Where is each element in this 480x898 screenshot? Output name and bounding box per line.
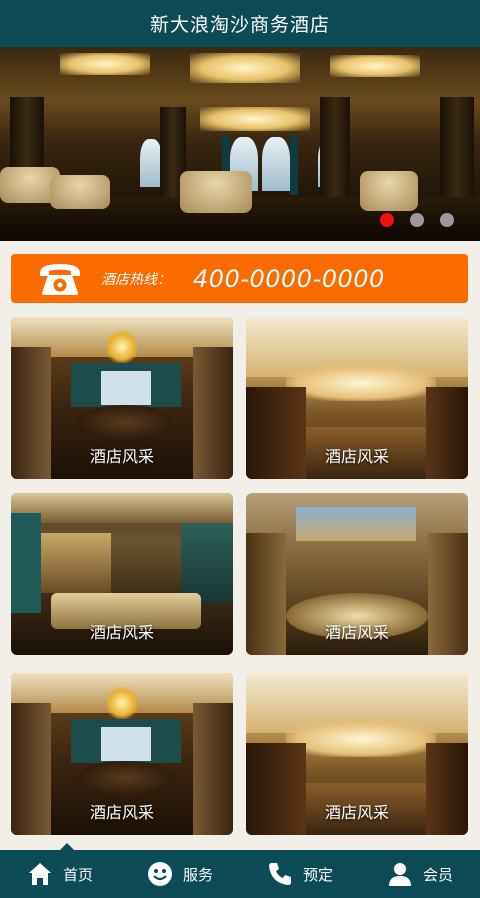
gallery-card[interactable]: 酒店风采 xyxy=(246,673,468,835)
phone-icon xyxy=(268,863,291,885)
chandelier-icon xyxy=(107,327,137,367)
ceiling-light xyxy=(60,53,150,75)
card-caption: 酒店风采 xyxy=(89,447,154,466)
user-icon xyxy=(388,863,411,886)
gallery-card[interactable]: 酒店风采 xyxy=(246,317,468,479)
card-curtain xyxy=(181,523,233,603)
page-title: 新大浪淘沙商务酒店 xyxy=(149,14,330,36)
banner-slider[interactable] xyxy=(0,47,480,241)
hotline-bar[interactable]: 酒店热线： 400-0000-0000 xyxy=(11,254,468,303)
card-caption: 酒店风采 xyxy=(324,803,389,822)
card-ceiling xyxy=(11,493,233,523)
telephone-icon xyxy=(40,263,80,295)
bottom-tabbar: 首页 服务 预定 会员 xyxy=(0,843,480,898)
card-caption: 酒店风采 xyxy=(324,447,389,466)
tab-booking[interactable]: 预定 xyxy=(240,850,360,898)
chandelier-icon xyxy=(286,721,436,757)
card-table xyxy=(77,761,173,795)
card-ceiling-mural xyxy=(296,507,416,541)
banner-chair xyxy=(360,171,418,211)
card-caption: 酒店风采 xyxy=(89,623,154,642)
banner-window xyxy=(262,137,290,191)
app-header: 新大浪淘沙商务酒店 xyxy=(0,0,480,47)
slide-dot-2[interactable] xyxy=(410,213,424,227)
tab-home[interactable]: 首页 xyxy=(0,843,120,898)
ceiling-light xyxy=(200,107,310,131)
ceiling-light xyxy=(190,53,300,83)
gallery-card[interactable]: 酒店风采 xyxy=(246,493,468,655)
card-caption: 酒店风采 xyxy=(324,623,389,642)
card-table xyxy=(77,405,173,439)
chandelier-icon xyxy=(107,683,137,723)
card-wall xyxy=(41,533,111,593)
banner-curtain xyxy=(290,135,298,195)
gallery-card[interactable]: 酒店风采 xyxy=(11,317,233,479)
gallery-card[interactable]: 酒店风采 xyxy=(11,673,233,835)
card-window xyxy=(101,727,151,761)
chandelier-icon xyxy=(286,365,436,401)
banner-chair xyxy=(180,171,252,213)
ceiling-light xyxy=(330,55,420,77)
tab-label: 服务 xyxy=(182,865,213,884)
slide-dot-1[interactable] xyxy=(380,213,394,227)
hotline-number[interactable]: 400-0000-0000 xyxy=(193,265,385,293)
banner-chair xyxy=(50,175,110,209)
slide-dot-3[interactable] xyxy=(440,213,454,227)
hotline-label: 酒店热线： xyxy=(101,271,171,288)
card-window xyxy=(101,371,151,405)
tab-service[interactable]: 服务 xyxy=(120,850,240,898)
slide-indicator[interactable] xyxy=(380,213,454,227)
tab-label: 首页 xyxy=(62,865,93,884)
tab-label: 预定 xyxy=(302,865,333,884)
home-icon xyxy=(28,863,51,885)
tab-label: 会员 xyxy=(422,865,453,884)
card-curtain xyxy=(11,513,41,613)
banner-window xyxy=(140,139,162,187)
gallery-card[interactable]: 酒店风采 xyxy=(11,493,233,655)
smiley-icon xyxy=(147,862,172,886)
card-caption: 酒店风采 xyxy=(89,803,154,822)
tab-member[interactable]: 会员 xyxy=(360,850,480,898)
